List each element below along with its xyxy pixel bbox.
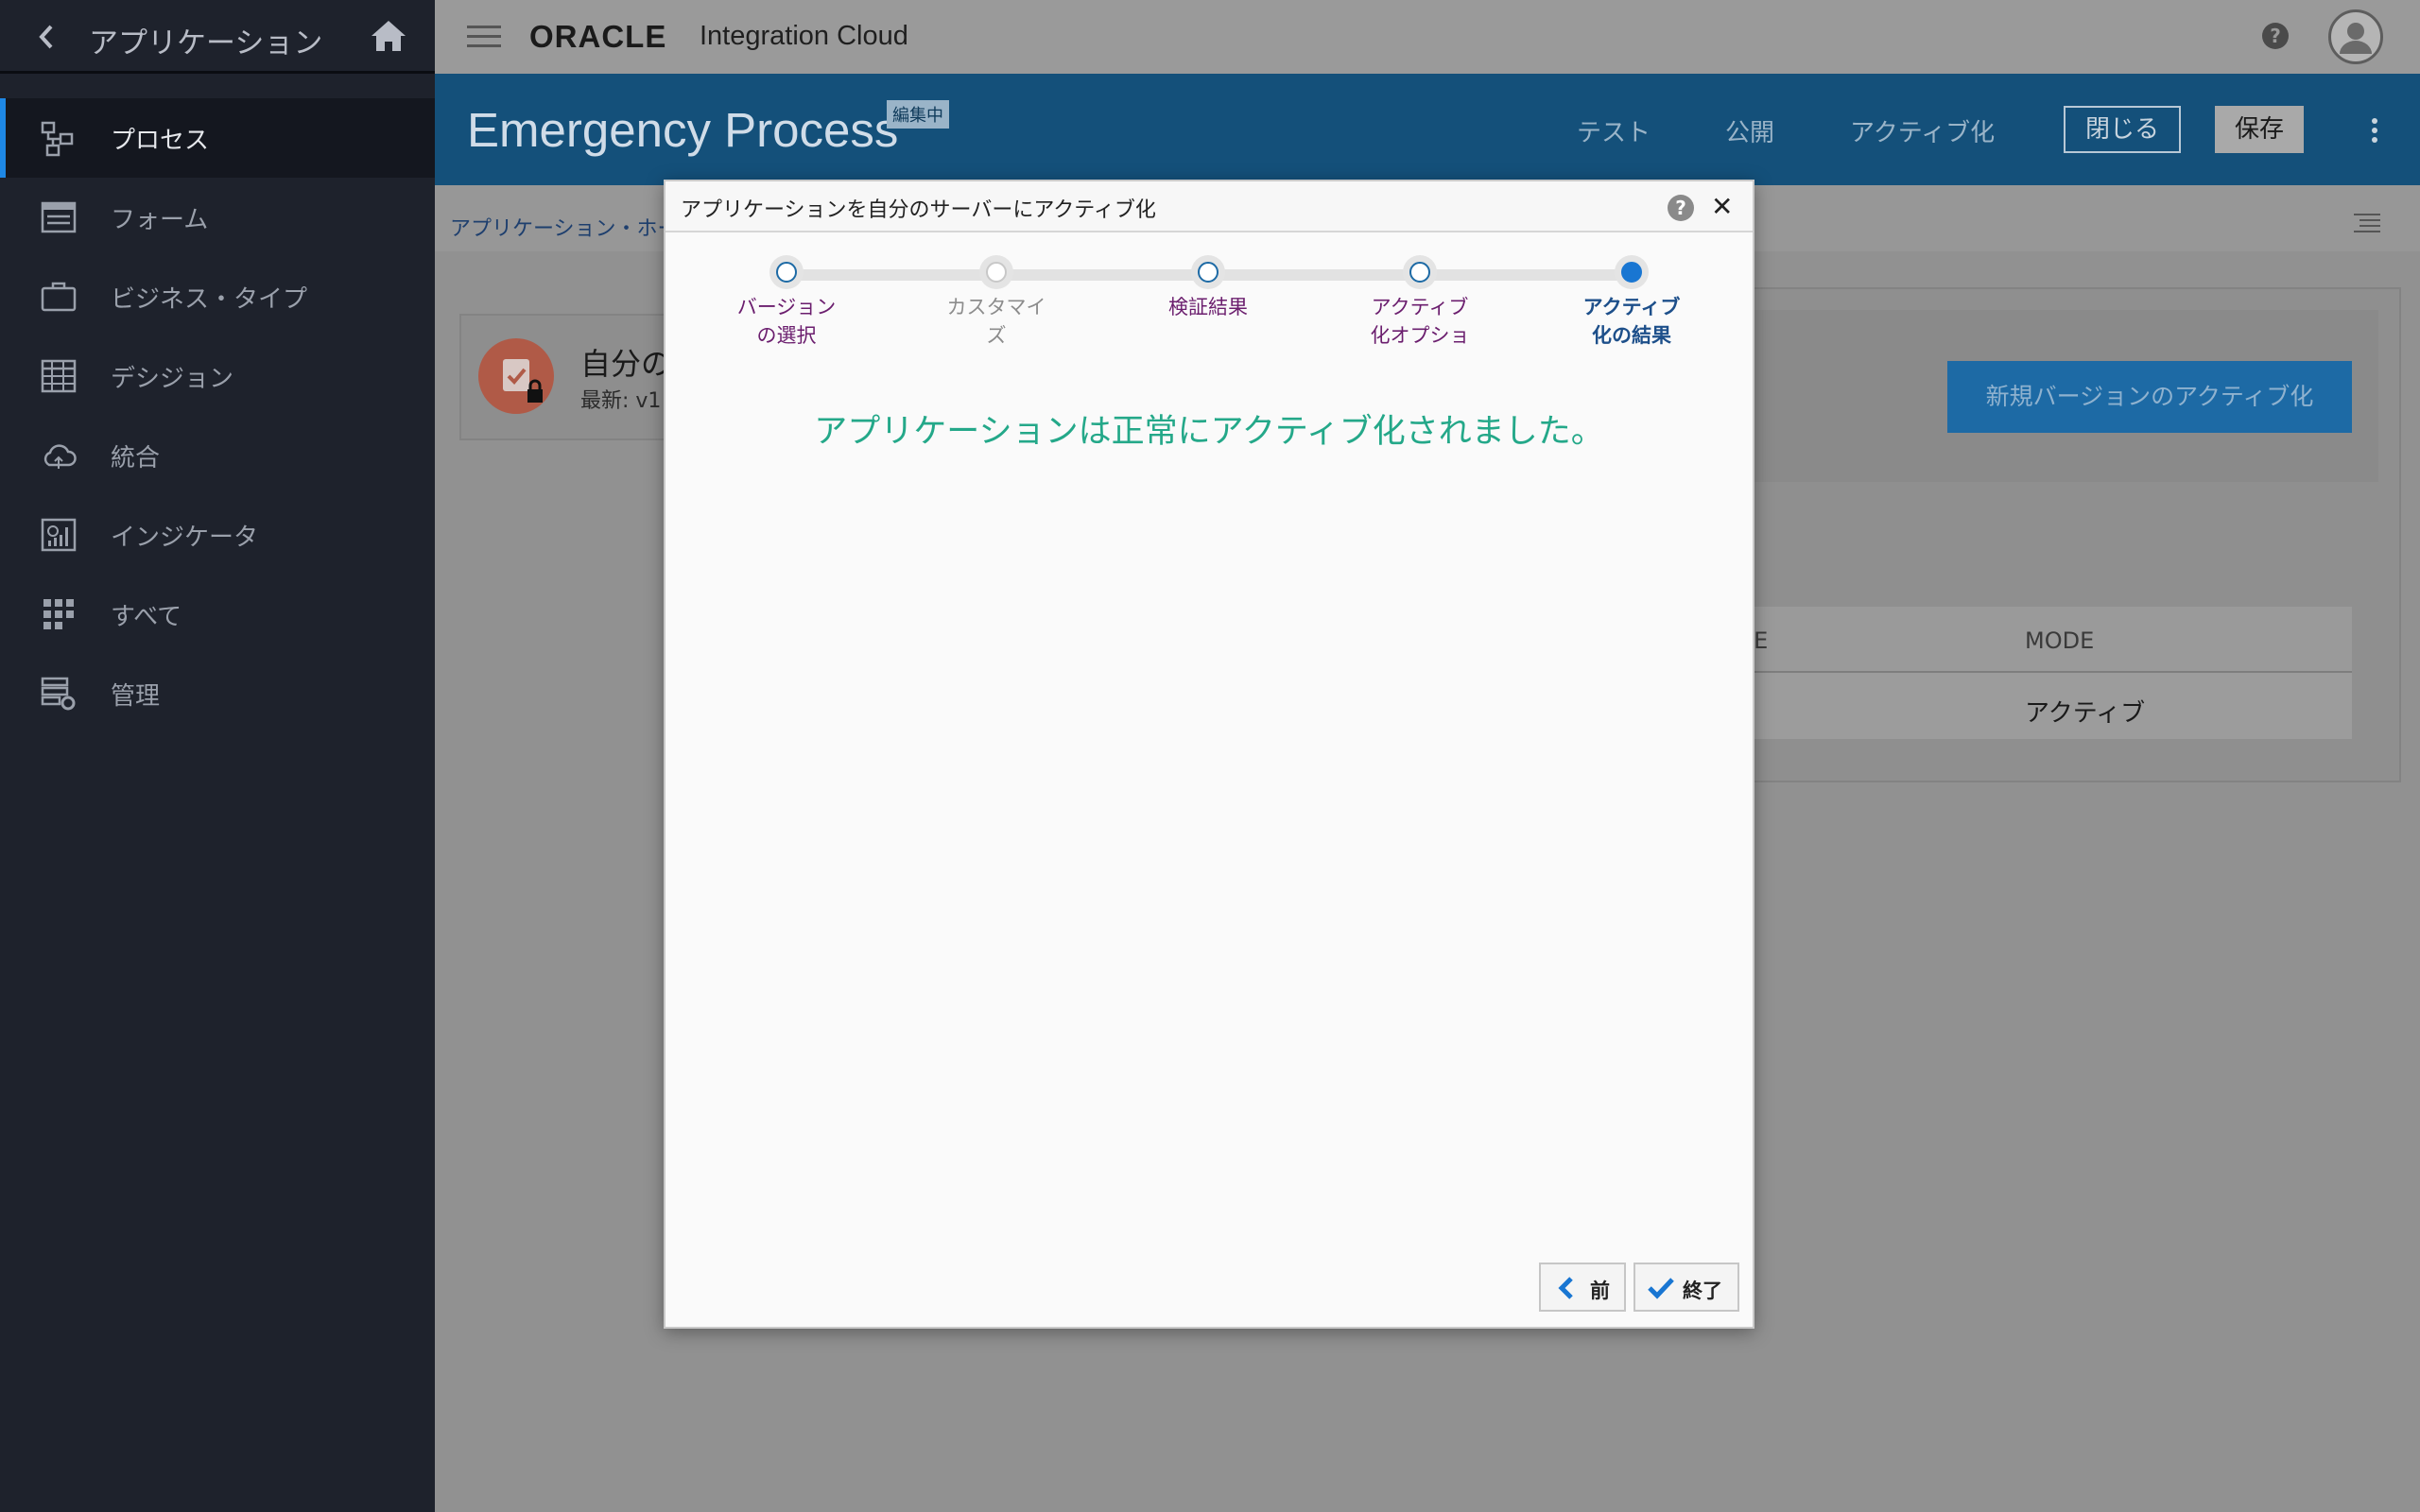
help-icon[interactable]: ? (1668, 195, 1694, 221)
table-header: NAME MODE (1702, 607, 2352, 673)
home-icon[interactable] (369, 17, 408, 55)
activate-new-version-button[interactable]: 新規バージョンのアクティブ化 (1947, 361, 2352, 433)
step-label: バージョン の選択 (736, 296, 837, 347)
step-indicator (769, 255, 804, 289)
column-header-mode: MODE (2025, 627, 2095, 654)
wizard-step-customize: カスタマイ ズ (902, 255, 1091, 350)
previous-button[interactable]: 前 (1539, 1263, 1626, 1312)
step-indicator (1191, 255, 1225, 289)
dialog-title: アプリケーションを自分のサーバーにアクティブ化 (681, 198, 1156, 222)
step-indicator (1403, 255, 1437, 289)
sidebar-item-form[interactable]: フォーム (0, 178, 435, 257)
step-label: アクティブ 化の結果 (1582, 296, 1681, 347)
card-title: 自分の (580, 346, 672, 382)
wizard-step-activation-result[interactable]: アクティブ 化の結果 (1537, 255, 1726, 350)
step-indicator (979, 255, 1013, 289)
sidebar-item-label: すべて (111, 602, 182, 631)
sidebar-item-process[interactable]: プロセス (0, 98, 435, 178)
more-options-icon[interactable] (2371, 117, 2378, 144)
wizard-step-validation-results[interactable]: 検証結果 (1114, 255, 1303, 321)
cloud-icon (43, 444, 77, 469)
sidebar-header: アプリケーション (0, 0, 435, 74)
step-label: 検証結果 (1168, 296, 1248, 318)
cell-mode: アクティブ (2025, 699, 2146, 728)
admin-icon (41, 677, 76, 711)
oracle-logo: ORACLE (529, 19, 667, 54)
apps-grid-icon (43, 599, 74, 629)
indicator-icon (41, 518, 77, 552)
close-icon[interactable]: ✕ (1711, 191, 1733, 222)
activation-dialog: アプリケーションを自分のサーバーにアクティブ化 ? ✕ バージョン の選択 カス… (664, 180, 1754, 1329)
process-icon (41, 121, 74, 157)
sidebar-item-label: 統合 (111, 443, 161, 472)
close-button[interactable]: 閉じる (2064, 106, 2181, 153)
page-title: Emergency Process (467, 103, 899, 157)
sidebar-item-decision[interactable]: デシジョン (0, 336, 435, 416)
form-icon (41, 201, 77, 233)
list-icon[interactable] (2354, 212, 2380, 234)
sidebar-item-label: 管理 (111, 681, 161, 711)
sidebar-item-business-type[interactable]: ビジネス・タイプ (0, 257, 435, 336)
card-version: 最新: v1 (580, 389, 662, 413)
sidebar-item-indicator[interactable]: インジケータ (0, 495, 435, 575)
step-label: アクティブ 化オプショ (1370, 296, 1470, 347)
sidebar-item-label: フォーム (111, 205, 209, 234)
success-message: アプリケーションは正常にアクティブ化されました。 (814, 413, 1604, 451)
test-link[interactable]: テスト (1577, 113, 1651, 148)
briefcase-icon (41, 282, 77, 312)
dialog-header: アプリケーションを自分のサーバーにアクティブ化 ? ✕ (666, 181, 1753, 232)
step-indicator (1615, 255, 1649, 289)
versions-table: NAME MODE アクティブ (1702, 607, 2352, 739)
product-name: Integration Cloud (700, 21, 908, 51)
sidebar: アプリケーション プロセス フォーム ビジネス・タイプ デシジョン 統合 インジ… (0, 0, 435, 1512)
user-avatar[interactable] (2328, 9, 2383, 64)
grid-table-icon (41, 359, 77, 393)
help-icon[interactable]: ? (2262, 23, 2289, 49)
finish-label: 終了 (1683, 1280, 1722, 1302)
clipboard-check-icon (478, 338, 554, 414)
activate-link[interactable]: アクティブ化 (1850, 113, 1995, 148)
sidebar-item-label: インジケータ (111, 523, 259, 552)
breadcrumb[interactable]: アプリケーション・ホー (450, 212, 679, 242)
publish-link[interactable]: 公開 (1725, 113, 1774, 148)
sidebar-item-label: プロセス (111, 126, 210, 155)
finish-button[interactable]: 終了 (1634, 1263, 1739, 1312)
hamburger-menu-icon[interactable] (467, 25, 501, 49)
check-icon (1648, 1278, 1674, 1299)
wizard-step-activation-options[interactable]: アクティブ 化オプショ (1325, 255, 1514, 350)
save-button[interactable]: 保存 (2215, 106, 2304, 153)
sidebar-item-integration[interactable]: 統合 (0, 416, 435, 495)
status-badge: 編集中 (887, 100, 949, 129)
wizard-step-select-version[interactable]: バージョン の選択 (692, 255, 881, 350)
chevron-left-icon (1558, 1277, 1573, 1299)
process-header: Emergency Process 編集中 テスト 公開 アクティブ化 閉じる … (435, 74, 2420, 185)
previous-label: 前 (1590, 1280, 1610, 1302)
table-row[interactable]: アクティブ (1702, 673, 2352, 739)
sidebar-title: アプリケーション (89, 26, 323, 60)
step-label: カスタマイ ズ (946, 296, 1046, 347)
chevron-left-icon[interactable] (32, 19, 60, 55)
sidebar-item-label: ビジネス・タイプ (111, 284, 308, 314)
sidebar-item-admin[interactable]: 管理 (0, 654, 435, 733)
sidebar-item-label: デシジョン (111, 364, 234, 393)
user-icon (2340, 23, 2372, 54)
top-bar: ORACLE Integration Cloud ? (435, 0, 2420, 74)
sidebar-item-all[interactable]: すべて (0, 575, 435, 654)
